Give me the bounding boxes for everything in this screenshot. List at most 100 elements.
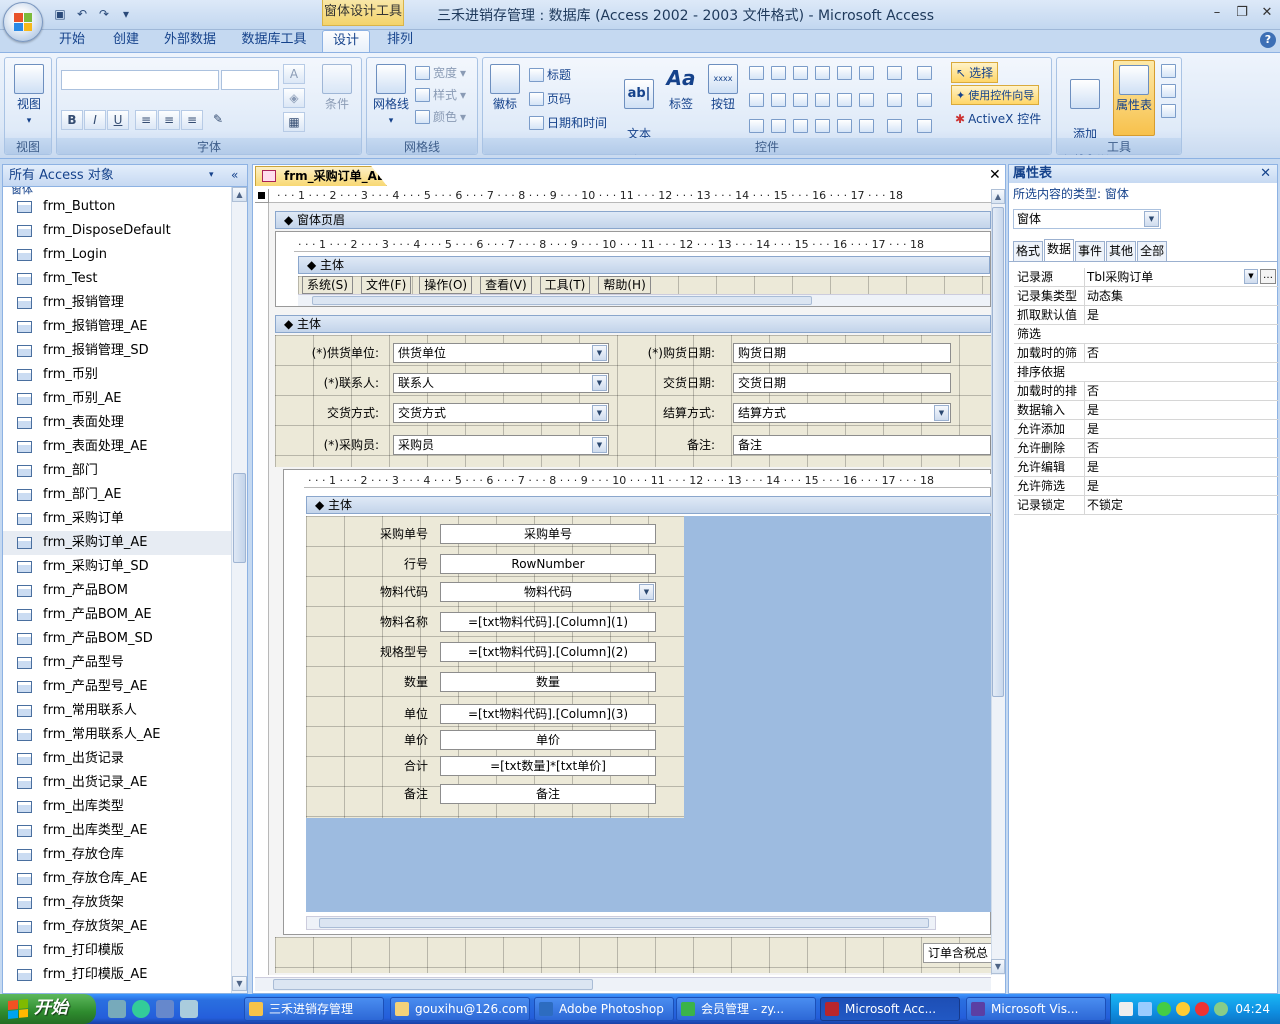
doc-scroll-up-icon[interactable]: ▲	[991, 189, 1005, 204]
view-button[interactable]: 视图 ▾	[10, 64, 48, 129]
nav-item[interactable]: frm_出货记录	[3, 747, 231, 771]
paperclip-icon[interactable]	[859, 119, 874, 134]
nav-item[interactable]: frm_部门_AE	[3, 483, 231, 507]
chevron-down-icon[interactable]: ▼	[592, 437, 607, 453]
nav-item[interactable]: frm_表面处理_AE	[3, 435, 231, 459]
menu-view[interactable]: 查看(V)	[480, 276, 532, 294]
chevron-down-icon[interactable]: ▼	[592, 405, 607, 421]
menu-system[interactable]: 系统(S)	[302, 276, 353, 294]
property-value[interactable]: 不锁定	[1084, 496, 1276, 514]
sub-main-section[interactable]: ◆ 主体	[298, 256, 990, 274]
property-sheet-button[interactable]: 属性表	[1113, 60, 1155, 136]
bold-button[interactable]: B	[61, 110, 83, 130]
property-row[interactable]: 记录锁定 不锁定	[1014, 496, 1278, 515]
property-tab[interactable]: 其他	[1106, 241, 1137, 261]
property-tab[interactable]: 数据	[1044, 239, 1075, 261]
align-right-icon[interactable]: ≡	[181, 110, 203, 130]
property-value[interactable]: 是	[1084, 401, 1276, 419]
property-row[interactable]: 数据输入 是	[1014, 401, 1278, 420]
field-combo[interactable]: 交货方式 ▼	[393, 403, 609, 423]
select-button[interactable]: ↖ 选择	[951, 62, 999, 83]
label-button[interactable]: Aa 标签	[663, 64, 699, 112]
property-row[interactable]: 加载时的筛否	[1014, 344, 1278, 363]
border-icon[interactable]: ▦	[283, 112, 305, 132]
bound-frame-icon[interactable]	[749, 119, 764, 134]
chart-icon[interactable]	[837, 66, 852, 80]
nav-item[interactable]: frm_打印模版	[3, 939, 231, 963]
nav-item[interactable]: frm_存放仓库	[3, 843, 231, 867]
nav-dropdown-icon[interactable]: ▾	[209, 165, 214, 186]
control-wizard-button[interactable]: ✦ 使用控件向导	[951, 85, 1040, 105]
save-icon[interactable]: ▣	[52, 6, 68, 22]
logo-button[interactable]: 徽标	[487, 64, 523, 112]
property-row[interactable]: 允许编辑 是	[1014, 458, 1278, 477]
close-document-icon[interactable]: ✕	[989, 167, 1001, 183]
property-row[interactable]: 加载时的排否	[1014, 382, 1278, 401]
office-button[interactable]	[3, 2, 43, 42]
tab-design[interactable]: 设计	[322, 30, 370, 52]
nav-item[interactable]: frm_存放货架	[3, 891, 231, 915]
taskbar-button[interactable]: 会员管理 - zy...	[676, 997, 816, 1021]
build-icon[interactable]: …	[1260, 269, 1276, 284]
line-thickness-icon[interactable]	[887, 66, 902, 80]
property-value[interactable]: 否	[1084, 344, 1276, 362]
subform-icon[interactable]	[859, 92, 874, 107]
redo-icon[interactable]: ↷	[96, 6, 112, 22]
font-color-icon[interactable]: A	[283, 64, 305, 84]
property-tab[interactable]: 全部	[1137, 241, 1168, 261]
property-row[interactable]: 筛选	[1014, 325, 1278, 344]
nav-item[interactable]: frm_常用联系人_AE	[3, 723, 231, 747]
document-tab[interactable]: frm_采购订单_AE	[255, 166, 387, 186]
detail-field[interactable]: =[txt物料代码].[Column](3)	[440, 704, 656, 724]
scroll-up-icon[interactable]: ▲	[232, 187, 247, 202]
chevron-down-icon[interactable]: ▼	[639, 584, 654, 600]
detail-field[interactable]: 数量	[440, 672, 656, 692]
combo-icon[interactable]	[749, 92, 764, 107]
ql-icon-3[interactable]	[156, 1000, 174, 1018]
tab-order-icon[interactable]	[1161, 64, 1176, 78]
property-row[interactable]: 允许筛选 是	[1014, 477, 1278, 496]
property-row[interactable]: 记录集类型 动态集	[1014, 287, 1278, 306]
nav-item[interactable]: frm_产品BOM	[3, 579, 231, 603]
order-total-label[interactable]: 订单含税总	[923, 943, 991, 963]
attachment-icon[interactable]	[837, 119, 852, 134]
object-selector[interactable]: 窗体 ▼	[1013, 209, 1161, 229]
help-icon[interactable]: ?	[1260, 32, 1276, 48]
detail-field[interactable]: =[txt数量]*[txt单价]	[440, 756, 656, 776]
nav-item[interactable]: frm_打印模版_AE	[3, 963, 231, 987]
sub-hscroll[interactable]	[298, 294, 990, 306]
nav-item[interactable]: frm_产品BOM_SD	[3, 627, 231, 651]
nav-collapse-icon[interactable]: «	[231, 165, 238, 186]
property-row[interactable]: 抓取默认值是	[1014, 306, 1278, 325]
chevron-down-icon[interactable]: ▼	[592, 345, 607, 361]
command-button[interactable]: xxxx 按钮	[705, 64, 741, 112]
nav-item[interactable]: frm_币别	[3, 363, 231, 387]
italic-button[interactable]: I	[84, 110, 106, 130]
property-value[interactable]: 是	[1084, 477, 1276, 495]
conditional-format-button[interactable]: 条件	[317, 64, 357, 112]
taskbar-button[interactable]: Microsoft Acc...	[820, 997, 960, 1021]
close-property-sheet-icon[interactable]: ✕	[1260, 165, 1271, 182]
customize-qat-icon[interactable]: ▾	[118, 6, 134, 22]
tab-arrange[interactable]: 排列	[378, 30, 422, 52]
detail-field[interactable]: 物料代码 ▼	[440, 582, 656, 602]
detail-field[interactable]: =[txt物料代码].[Column](2)	[440, 642, 656, 662]
field-combo[interactable]: 供货单位 ▼	[393, 343, 609, 363]
chevron-down-icon[interactable]: ▼	[1144, 211, 1159, 227]
detail-field[interactable]: 单价	[440, 730, 656, 750]
nav-item[interactable]: frm_报销管理_AE	[3, 315, 231, 339]
special-effect-icon[interactable]	[917, 92, 932, 107]
property-value[interactable]: 动态集	[1084, 287, 1276, 305]
image-icon[interactable]	[837, 92, 852, 107]
align-left-icon[interactable]: ≡	[135, 110, 157, 130]
doc-scroll-thumb[interactable]	[992, 207, 1004, 697]
nav-item[interactable]: frm_报销管理	[3, 291, 231, 315]
detail-field[interactable]: 备注	[440, 784, 656, 804]
detail-field[interactable]: =[txt物料代码].[Column](1)	[440, 612, 656, 632]
field-input-right[interactable]: 备注	[733, 435, 991, 455]
radio-icon[interactable]	[793, 119, 808, 134]
option-group-icon[interactable]	[771, 92, 786, 107]
property-row[interactable]: 记录源 Tbl采购订单 ▼…	[1014, 268, 1278, 287]
toggle-icon[interactable]	[815, 92, 830, 107]
form-header-section[interactable]: ◆ 窗体页眉	[275, 211, 991, 229]
